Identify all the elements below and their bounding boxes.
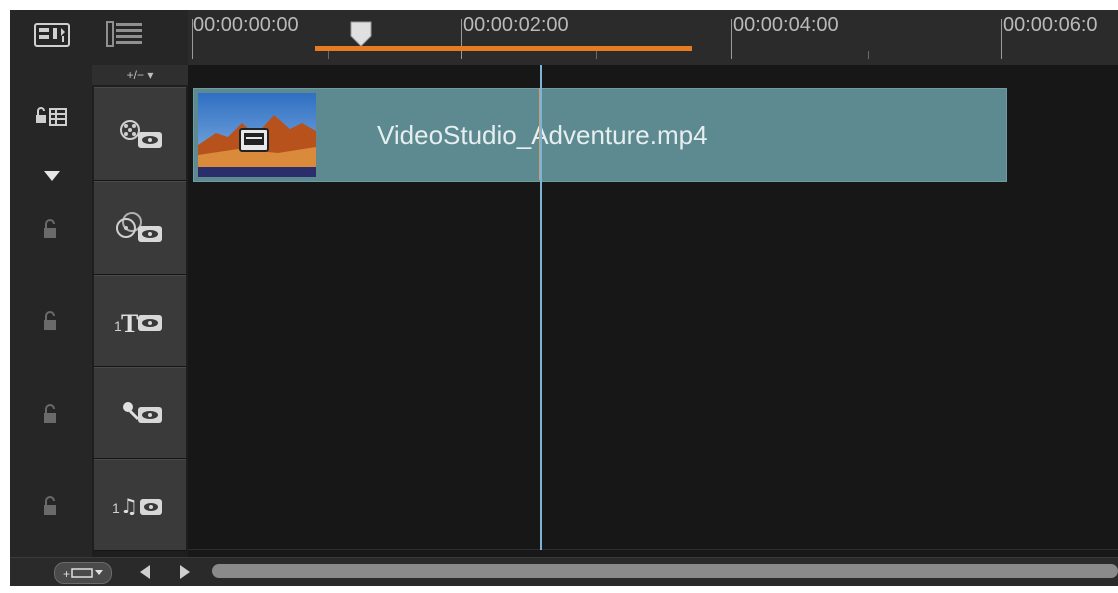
voice-track-row[interactable] (188, 373, 1118, 466)
clip-thumbnail (198, 93, 316, 177)
title-track-header[interactable]: 1 T (94, 275, 186, 367)
clip-name: VideoStudio_Adventure.mp4 (377, 120, 708, 150)
track-manager-icon[interactable] (34, 105, 70, 135)
timeline-panel: 00:00:00:00 00:00:02:00 00:00:04:00 00:0… (10, 10, 1118, 586)
title-t-eye-icon[interactable]: 1 T (110, 301, 174, 341)
svg-text:T: T (121, 309, 138, 338)
music-track-header[interactable]: 1 ♫ (94, 459, 186, 551)
playhead-handle[interactable] (348, 20, 374, 48)
scroll-right-arrow-icon[interactable] (178, 563, 192, 581)
ruler-tick (596, 51, 597, 59)
film-reel-eye-icon[interactable] (110, 114, 174, 154)
ruler-tick (731, 19, 732, 59)
video-clip[interactable]: VideoStudio_Adventure.mp4 (193, 88, 1007, 182)
insert-track-button[interactable]: + (54, 562, 112, 584)
overlay-track-row[interactable] (188, 189, 1118, 282)
time-ruler[interactable]: 00:00:00:00 00:00:02:00 00:00:04:00 00:0… (188, 10, 1118, 66)
view-toolbar (10, 10, 188, 65)
overlay-reel-eye-icon[interactable] (110, 208, 174, 248)
timeline-bottom-bar: + (10, 557, 1118, 586)
ruler-time-label: 00:00:00:00 (193, 14, 299, 36)
scroll-left-arrow-icon[interactable] (138, 563, 152, 581)
playhead-line[interactable] (540, 65, 542, 550)
ruler-time-label: 00:00:02:00 (463, 14, 569, 36)
microphone-eye-icon[interactable] (110, 393, 174, 433)
ruler-time-label: 00:00:04:00 (733, 14, 839, 36)
storyboard-view-icon[interactable] (32, 18, 72, 50)
lock-icon[interactable] (40, 218, 62, 240)
track-area[interactable]: VideoStudio_Adventure.mp4 (188, 65, 1118, 557)
ruler-tick (868, 51, 869, 59)
collapse-arrow-icon[interactable] (42, 169, 62, 183)
ruler-tick (1001, 19, 1002, 59)
horizontal-scrollbar[interactable] (212, 564, 1118, 578)
title-track-row[interactable] (188, 281, 1118, 374)
ruler-tick (461, 19, 462, 59)
video-track-header[interactable] (94, 87, 186, 181)
lock-icon[interactable] (40, 310, 62, 332)
ruler-time-label: 00:00:06:0 (1003, 14, 1098, 36)
music-track-row[interactable] (188, 465, 1118, 550)
add-remove-track-button[interactable]: +/− ▾ (92, 65, 188, 85)
svg-text:+: + (63, 567, 70, 581)
timeline-view-icon[interactable] (105, 18, 145, 50)
music-note-eye-icon[interactable]: 1 ♫ (110, 485, 174, 525)
overlay-track-header[interactable] (94, 181, 186, 275)
voice-track-header[interactable] (94, 367, 186, 459)
lock-icon[interactable] (40, 403, 62, 425)
svg-text:♫: ♫ (120, 494, 138, 518)
lock-icon[interactable] (40, 495, 62, 517)
svg-text:1: 1 (112, 500, 120, 516)
ruler-tick (328, 51, 329, 59)
track-lock-column (10, 65, 92, 557)
